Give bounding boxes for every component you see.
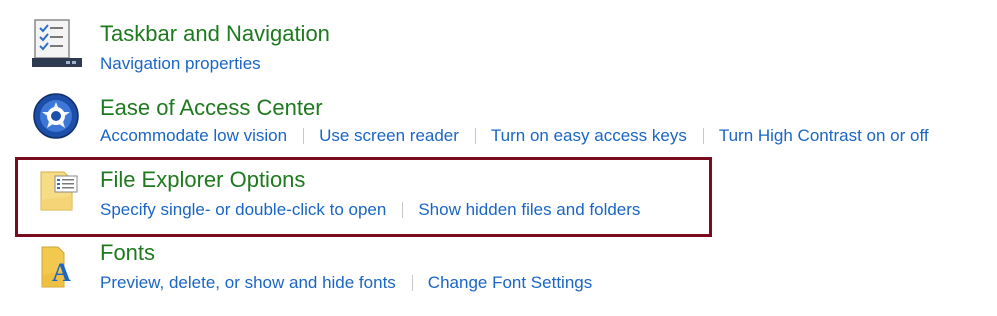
ease-of-access-icon[interactable] <box>30 92 82 144</box>
category-title[interactable]: Ease of Access Center <box>100 94 323 122</box>
link-high-contrast[interactable]: Turn High Contrast on or off <box>719 125 929 147</box>
category-taskbar-and-navigation: Taskbar and Navigation Navigation proper… <box>0 18 997 88</box>
link-easy-access-keys[interactable]: Turn on easy access keys <box>491 125 687 147</box>
link-accommodate-low-vision[interactable]: Accommodate low vision <box>100 125 287 147</box>
category-links: Navigation properties <box>100 53 261 75</box>
folder-options-icon[interactable] <box>38 168 90 220</box>
category-links: Preview, delete, or show and hide fonts … <box>100 272 592 294</box>
category-title[interactable]: File Explorer Options <box>100 166 305 194</box>
link-separator <box>411 275 413 291</box>
category-title[interactable]: Taskbar and Navigation <box>100 20 330 48</box>
link-single-double-click[interactable]: Specify single- or double-click to open <box>100 199 386 221</box>
link-use-screen-reader[interactable]: Use screen reader <box>319 125 459 147</box>
category-fonts: A Fonts Preview, delete, or show and hid… <box>0 239 997 309</box>
link-separator <box>702 128 704 144</box>
link-show-hidden-files[interactable]: Show hidden files and folders <box>418 199 640 221</box>
link-preview-fonts[interactable]: Preview, delete, or show and hide fonts <box>100 272 396 294</box>
category-title[interactable]: Fonts <box>100 239 155 267</box>
fonts-icon[interactable]: A <box>38 241 90 293</box>
category-links: Accommodate low vision Use screen reader… <box>100 125 929 147</box>
link-separator <box>402 202 404 218</box>
svg-text:A: A <box>52 258 71 287</box>
category-links: Specify single- or double-click to open … <box>100 199 640 221</box>
category-file-explorer-options: File Explorer Options Specify single- or… <box>0 166 997 236</box>
link-navigation-properties[interactable]: Navigation properties <box>100 53 261 75</box>
link-separator <box>474 128 476 144</box>
link-separator <box>303 128 305 144</box>
taskbar-icon[interactable] <box>30 18 82 70</box>
link-change-font-settings[interactable]: Change Font Settings <box>428 272 592 294</box>
category-ease-of-access: Ease of Access Center Accommodate low vi… <box>0 92 997 162</box>
